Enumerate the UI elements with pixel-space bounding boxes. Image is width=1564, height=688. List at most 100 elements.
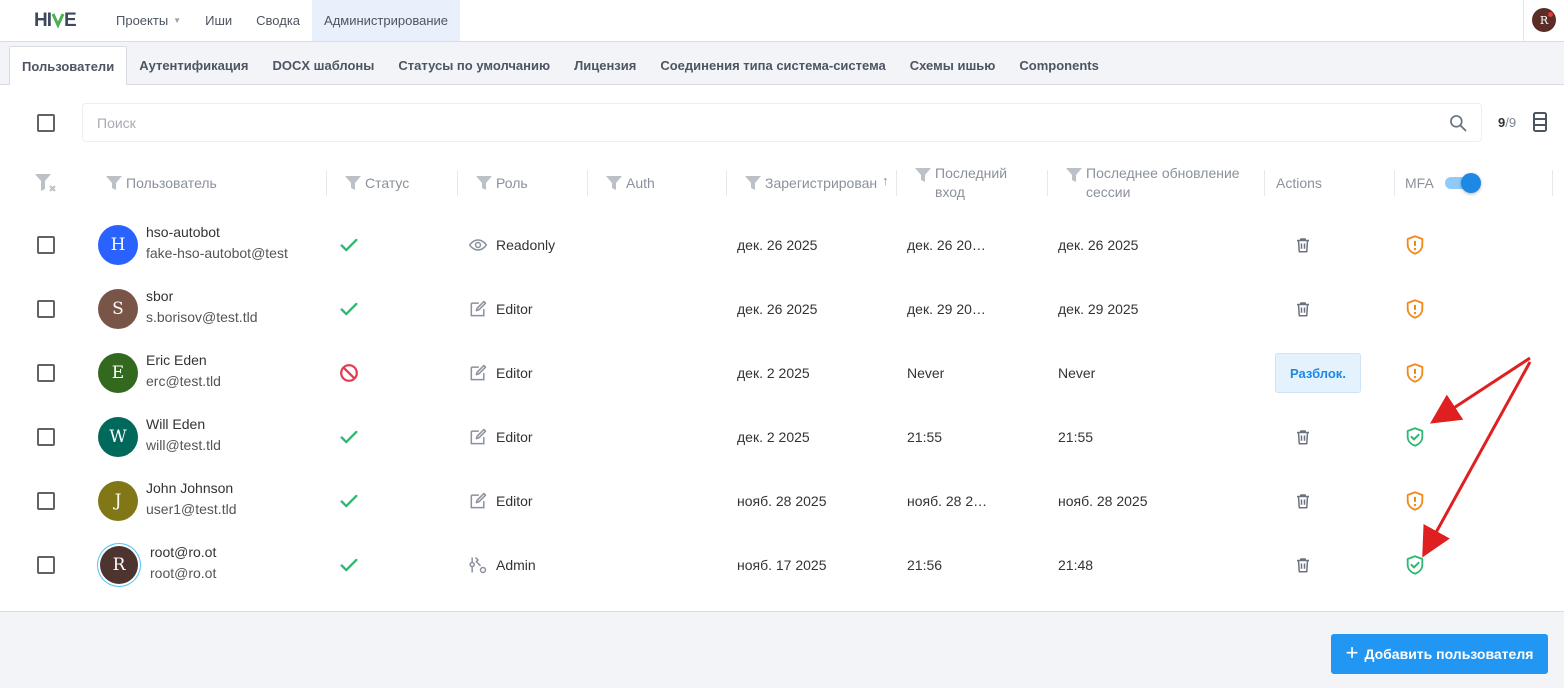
tab-default-statuses-label: Статусы по умолчанию bbox=[398, 58, 551, 73]
table-row[interactable]: J John Johnson user1@test.tld Editor ноя… bbox=[0, 469, 1564, 533]
user-name[interactable]: Eric Eden bbox=[146, 352, 207, 368]
avatar-initial: W bbox=[109, 427, 127, 447]
row-checkbox[interactable] bbox=[37, 492, 55, 510]
select-all-checkbox[interactable] bbox=[37, 114, 55, 132]
column-auth-label: Auth bbox=[626, 175, 655, 191]
user-email: s.borisov@test.tld bbox=[146, 309, 258, 325]
unlock-button[interactable]: Разблок. bbox=[1275, 353, 1361, 393]
add-user-button[interactable]: + Добавить пользователя bbox=[1331, 634, 1548, 674]
notification-dot bbox=[1548, 12, 1553, 17]
tab-components[interactable]: Components bbox=[1007, 46, 1110, 85]
eye-icon bbox=[468, 235, 488, 255]
nav-projects[interactable]: Проекты ▼ bbox=[104, 0, 193, 41]
registered-date: нояб. 17 2025 bbox=[737, 557, 827, 573]
avatar[interactable]: E bbox=[98, 353, 138, 393]
user-name[interactable]: root@ro.ot bbox=[150, 544, 216, 560]
user-role: Admin bbox=[496, 557, 536, 573]
trash-icon[interactable] bbox=[1294, 492, 1312, 510]
avatar[interactable]: J bbox=[98, 481, 138, 521]
filter-icon bbox=[345, 176, 361, 190]
column-registered[interactable]: Зарегистрирован ↑ bbox=[745, 163, 889, 203]
table-row[interactable]: E Eric Eden erc@test.tld Editor дек. 2 2… bbox=[0, 341, 1564, 405]
trash-icon[interactable] bbox=[1294, 300, 1312, 318]
nav-projects-label: Проекты bbox=[116, 13, 169, 28]
column-last-login[interactable]: Последний вход bbox=[915, 163, 1007, 203]
user-count: 9/9 bbox=[1498, 115, 1516, 130]
filter-icon bbox=[1066, 168, 1082, 182]
hive-logo[interactable]: HI E bbox=[34, 9, 80, 31]
row-checkbox[interactable] bbox=[37, 428, 55, 446]
column-user[interactable]: Пользователь bbox=[106, 163, 217, 203]
column-role[interactable]: Роль bbox=[476, 163, 528, 203]
last-session-update: 21:48 bbox=[1058, 557, 1094, 573]
check-icon bbox=[338, 426, 360, 448]
user-role: Editor bbox=[496, 301, 533, 317]
tab-docx-templates[interactable]: DOCX шаблоны bbox=[260, 46, 386, 85]
avatar[interactable]: S bbox=[98, 289, 138, 329]
last-login: Never bbox=[907, 365, 945, 381]
tab-system-connections[interactable]: Соединения типа система-система bbox=[648, 46, 897, 85]
column-session[interactable]: Последнее обновление сессии bbox=[1066, 163, 1240, 203]
search-input[interactable] bbox=[83, 104, 1423, 141]
shield-warning-icon bbox=[1404, 490, 1426, 512]
column-status[interactable]: Статус bbox=[345, 163, 409, 203]
clear-filters-button[interactable] bbox=[34, 163, 58, 203]
nav-issues-label: Иши bbox=[205, 13, 233, 28]
user-name[interactable]: sbor bbox=[146, 288, 173, 304]
trash-icon[interactable] bbox=[1294, 428, 1312, 446]
shield-warning-icon bbox=[1404, 362, 1426, 384]
tab-default-statuses[interactable]: Статусы по умолчанию bbox=[386, 46, 562, 85]
column-auth[interactable]: Auth bbox=[606, 163, 655, 203]
check-icon bbox=[338, 554, 360, 576]
column-session-label-2: сессии bbox=[1086, 184, 1131, 200]
table-row[interactable]: S sbor s.borisov@test.tld Editor дек. 26… bbox=[0, 277, 1564, 341]
tab-issue-schemes[interactable]: Схемы ишью bbox=[898, 46, 1008, 85]
avatar-initial: H bbox=[110, 235, 126, 255]
column-divider bbox=[457, 170, 458, 196]
tab-authentication[interactable]: Аутентификация bbox=[127, 46, 260, 85]
column-mfa-label: MFA bbox=[1405, 175, 1434, 191]
nav-administration[interactable]: Администрирование bbox=[312, 0, 460, 41]
filter-icon bbox=[915, 168, 931, 182]
nav-issues[interactable]: Иши bbox=[193, 0, 244, 41]
column-registered-label: Зарегистрирован bbox=[765, 175, 878, 191]
edit-icon bbox=[468, 427, 488, 447]
mfa-toggle[interactable] bbox=[1443, 172, 1481, 194]
avatar-initial: R bbox=[112, 555, 126, 575]
filter-clear-icon bbox=[35, 174, 56, 192]
trash-icon[interactable] bbox=[1294, 236, 1312, 254]
user-name[interactable]: Will Eden bbox=[146, 416, 205, 432]
shield-check-icon bbox=[1404, 426, 1426, 448]
check-icon bbox=[338, 490, 360, 512]
user-role: Readonly bbox=[496, 237, 556, 253]
row-checkbox[interactable] bbox=[37, 556, 55, 574]
top-bar: HI E Проекты ▼ Иши Сводка Администрирован… bbox=[0, 0, 1564, 42]
table-row[interactable]: H hso-autobot fake-hso-autobot@test Read… bbox=[0, 213, 1564, 277]
tab-users[interactable]: Пользователи bbox=[9, 46, 128, 86]
blocked-icon bbox=[338, 362, 360, 384]
density-icon[interactable] bbox=[1533, 112, 1547, 132]
shield-warning-icon bbox=[1404, 298, 1426, 320]
column-session-label-1: Последнее обновление bbox=[1086, 165, 1240, 181]
avatar[interactable]: H bbox=[98, 225, 138, 265]
avatar[interactable]: R bbox=[100, 546, 138, 584]
avatar[interactable]: W bbox=[98, 417, 138, 457]
table-row[interactable]: R root@ro.ot root@ro.ot Admin нояб. 17 2… bbox=[0, 533, 1564, 597]
trash-icon[interactable] bbox=[1294, 556, 1312, 574]
current-user-avatar[interactable]: R bbox=[1532, 8, 1556, 32]
nav-summary[interactable]: Сводка bbox=[244, 0, 312, 41]
row-checkbox[interactable] bbox=[37, 300, 55, 318]
svg-text:HI: HI bbox=[34, 10, 52, 29]
table-row[interactable]: W Will Eden will@test.tld Editor дек. 2 … bbox=[0, 405, 1564, 469]
user-name[interactable]: John Johnson bbox=[146, 480, 233, 496]
tab-issue-schemes-label: Схемы ишью bbox=[909, 58, 996, 73]
row-checkbox[interactable] bbox=[37, 364, 55, 382]
main-nav: Проекты ▼ Иши Сводка Администрирование bbox=[104, 0, 460, 41]
user-name[interactable]: hso-autobot bbox=[146, 224, 220, 240]
tab-license[interactable]: Лицензия bbox=[562, 46, 648, 85]
nav-summary-label: Сводка bbox=[256, 13, 301, 28]
search-icon[interactable] bbox=[1448, 113, 1468, 133]
row-checkbox[interactable] bbox=[37, 236, 55, 254]
shield-warning-icon bbox=[1404, 234, 1426, 256]
registered-date: дек. 2 2025 bbox=[737, 365, 810, 381]
